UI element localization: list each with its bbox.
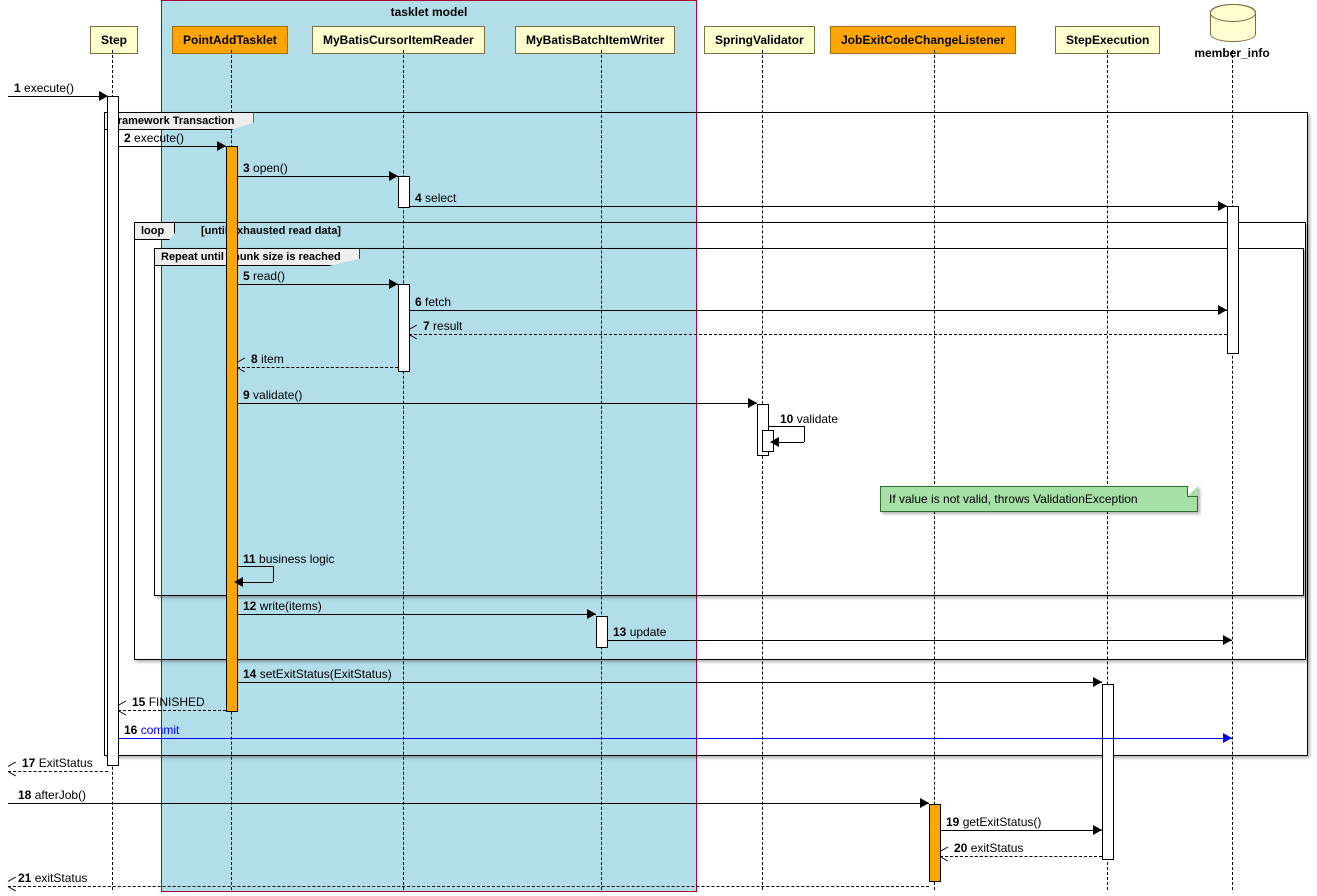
participant-database: member_info (1210, 4, 1254, 40)
activation-db (1227, 206, 1239, 354)
msg-6-fetch: 6 fetch (409, 300, 1227, 314)
msg-17-exitstatus: 17 ExitStatus (8, 761, 108, 775)
participant-listener: JobExitCodeChangeListener (830, 26, 1016, 54)
msg-8-item: 8 item (237, 357, 398, 371)
sequence-diagram: tasklet model Step PointAddTasklet MyBat… (0, 0, 1317, 896)
msg-1-execute: 1 execute() (8, 86, 108, 100)
participant-validator: SpringValidator (704, 26, 815, 54)
msg-2-execute: 2 execute() (118, 136, 226, 150)
msg-19-getexitstatus: 19 getExitStatus() (940, 820, 1102, 834)
msg-18-afterjob: 18 afterJob() (8, 793, 929, 807)
tasklet-model-title: tasklet model (162, 5, 696, 19)
msg-15-finished: 15 FINISHED (118, 700, 226, 714)
participant-tasklet: PointAddTasklet (172, 26, 288, 54)
msg-3-open: 3 open() (237, 166, 398, 180)
note-validation-exception: If value is not valid, throws Validation… (880, 486, 1198, 512)
msg-7-result: 7 result (409, 324, 1227, 338)
msg-12-write: 12 write(items) (237, 604, 596, 618)
participant-reader: MyBatisCursorItemReader (312, 26, 485, 54)
activation-tasklet (226, 146, 238, 712)
participant-writer: MyBatisBatchItemWriter (515, 26, 675, 54)
frame-transaction-label: Framework Transaction (104, 112, 254, 130)
msg-4-select: 4 select (409, 196, 1227, 210)
msg-21-exitstatus: 21 exitStatus (8, 876, 929, 890)
frame-loop-condition: [until exhausted read data] (197, 223, 345, 239)
participant-step: Step (90, 26, 138, 54)
msg-5-read: 5 read() (237, 274, 398, 288)
activation-stepexec-set (1102, 684, 1114, 860)
msg-16-commit: 16 commit (118, 728, 1232, 742)
frame-loop-label: loop (134, 222, 175, 240)
msg-20-exitstatus: 20 exitStatus (940, 846, 1102, 860)
frame-repeat-label: Repeat until chunk size is reached (154, 248, 360, 266)
activation-listener (929, 804, 941, 882)
activation-step (107, 96, 119, 766)
msg-9-validate: 9 validate() (237, 393, 757, 407)
msg-14-setexitstatus: 14 setExitStatus(ExitStatus) (237, 672, 1102, 686)
msg-13-update: 13 update (607, 630, 1232, 644)
